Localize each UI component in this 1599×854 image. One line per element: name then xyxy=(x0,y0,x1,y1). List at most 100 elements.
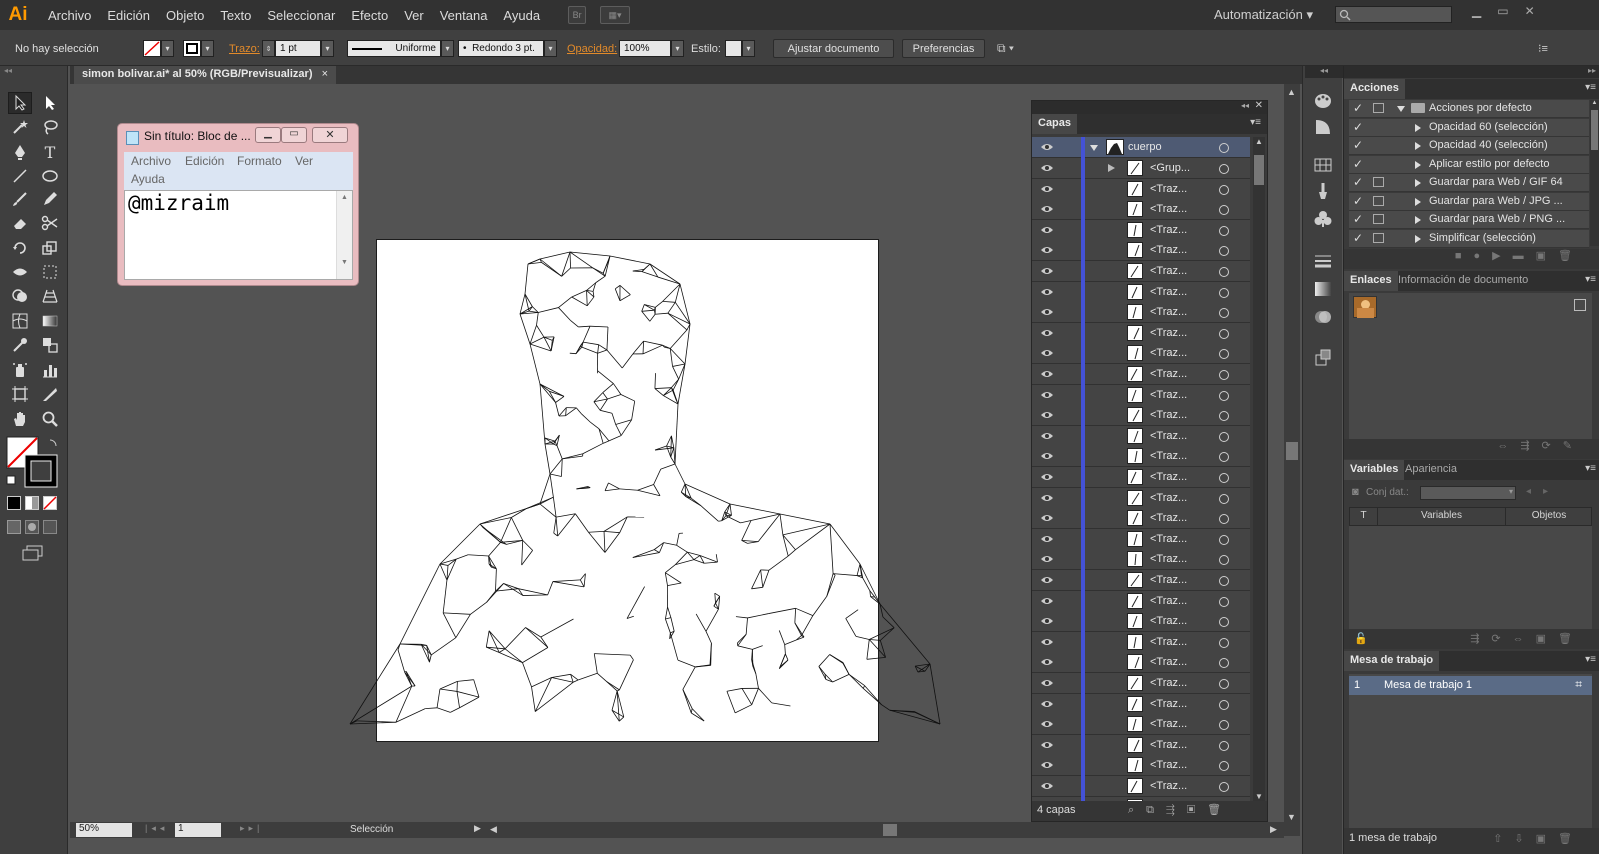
target-circle-icon[interactable] xyxy=(1219,390,1229,401)
menu-ayuda[interactable]: Ayuda xyxy=(495,8,548,23)
tab-mesa-de-trabajo[interactable]: Mesa de trabajo xyxy=(1344,651,1440,671)
menu-ventana[interactable]: Ventana xyxy=(432,8,496,23)
artboard-row[interactable]: 1 Mesa de trabajo 1 ⌗ xyxy=(1349,676,1592,695)
eyedropper-tool[interactable] xyxy=(8,334,32,356)
color-mode-buttons[interactable] xyxy=(7,496,57,510)
pencil-tool[interactable] xyxy=(38,188,62,210)
mesh-tool[interactable] xyxy=(8,310,32,332)
layer-sublayer-row[interactable]: <Traz... xyxy=(1032,487,1250,509)
actions-scrollbar[interactable]: ▲ xyxy=(1590,100,1599,246)
opacity-label[interactable]: Opacidad: xyxy=(567,39,617,58)
actions-scroll-up-icon[interactable]: ▲ xyxy=(1590,100,1599,106)
scroll-down-icon[interactable]: ▼ xyxy=(1287,812,1296,822)
brush-field[interactable]: • Redondo 3 pt. xyxy=(458,40,544,57)
tab-apariencia[interactable]: Apariencia xyxy=(1399,460,1463,480)
rotate-tool[interactable] xyxy=(8,237,32,259)
target-circle-icon[interactable] xyxy=(1219,267,1229,277)
action-row[interactable]: ✓ Opacidad 60 (selección) xyxy=(1349,118,1589,137)
stroke-dropdown[interactable]: ▾ xyxy=(201,40,214,57)
artboard-nav-next[interactable]: ▸▸| xyxy=(240,823,263,834)
dataset-nav[interactable]: ◂▸ xyxy=(1526,486,1560,497)
layer-sublayer-row[interactable]: <Traz... xyxy=(1032,776,1250,797)
layer-sublayer-row[interactable]: <Traz... xyxy=(1032,714,1250,736)
target-circle-icon[interactable] xyxy=(1219,493,1229,504)
expand-triangle-icon[interactable] xyxy=(1415,216,1421,224)
swatches-panel-icon[interactable] xyxy=(1312,154,1334,176)
target-circle-icon[interactable] xyxy=(1219,514,1229,525)
notepad-scrollbar[interactable]: ▲ ▼ xyxy=(336,191,352,279)
eraser-tool[interactable] xyxy=(8,212,32,234)
magic-wand-tool[interactable] xyxy=(8,116,32,138)
arrange-documents-button[interactable]: ▦▾ xyxy=(600,6,631,24)
expand-triangle-icon[interactable] xyxy=(1415,142,1421,150)
action-row[interactable]: ✓ Guardar para Web / PNG ... xyxy=(1349,211,1589,229)
target-circle-icon[interactable] xyxy=(1219,205,1229,216)
notepad-window[interactable]: Sin título: Bloc de ... ▁ ▭ ✕ Archivo Ed… xyxy=(117,123,359,286)
layer-sublayer-row[interactable]: <Traz... xyxy=(1032,219,1250,241)
variables-footer-buttons[interactable]: ⇶⟳⇔▣🗑 xyxy=(1470,632,1584,645)
linked-image-thumbnail[interactable] xyxy=(1353,296,1377,318)
action-enabled-check-icon[interactable]: ✓ xyxy=(1353,175,1363,189)
right-panels-collapse-icon[interactable]: ▸▸ xyxy=(1344,66,1599,78)
layer-sublayer-row[interactable]: <Traz... xyxy=(1032,611,1250,633)
notepad-menu-edicion[interactable]: Edición xyxy=(185,154,224,168)
visibility-eye-icon[interactable] xyxy=(1040,677,1054,689)
stroke-label[interactable]: Trazo: xyxy=(229,39,260,58)
target-circle-icon[interactable] xyxy=(1219,473,1229,483)
workspace-switcher[interactable]: Automatización ▾ xyxy=(1214,7,1313,23)
visibility-eye-icon[interactable] xyxy=(1040,183,1054,195)
visibility-eye-icon[interactable] xyxy=(1040,615,1054,627)
column-graph-tool[interactable] xyxy=(38,359,62,381)
variables-lock-icon[interactable]: 🔓 xyxy=(1354,632,1368,645)
bridge-button[interactable]: Br xyxy=(568,6,587,24)
selection-tool[interactable] xyxy=(8,92,32,114)
perspective-grid-tool[interactable] xyxy=(38,285,62,307)
menu-efecto[interactable]: Efecto xyxy=(343,8,396,23)
visibility-eye-icon[interactable] xyxy=(1040,430,1054,442)
expand-triangle-icon[interactable] xyxy=(1090,145,1098,151)
stroke-stepper[interactable]: ⇕ xyxy=(262,40,275,57)
layer-sublayer-row[interactable]: <Traz... xyxy=(1032,384,1250,406)
action-enabled-check-icon[interactable]: ✓ xyxy=(1353,101,1363,115)
layer-sublayer-row[interactable]: <Grup... xyxy=(1032,158,1250,179)
target-circle-icon[interactable] xyxy=(1219,287,1229,298)
target-circle-icon[interactable] xyxy=(1219,431,1229,442)
tab-enlaces[interactable]: Enlaces xyxy=(1344,271,1398,291)
action-set-row[interactable]: ✓ Acciones por defecto xyxy=(1349,100,1589,118)
target-circle-icon[interactable] xyxy=(1219,761,1229,772)
layers-scroll-up-icon[interactable]: ▲ xyxy=(1253,137,1265,146)
variables-menu-icon[interactable]: ▾≡ xyxy=(1585,463,1596,474)
menu-ver[interactable]: Ver xyxy=(396,8,432,23)
stroke-swatch[interactable]: ▾ xyxy=(183,39,214,58)
layers-panel-menu-icon[interactable]: ▾≡ xyxy=(1250,117,1261,128)
link-info-icon[interactable] xyxy=(1574,299,1586,311)
visibility-eye-icon[interactable] xyxy=(1040,265,1054,277)
tab-acciones[interactable]: Acciones xyxy=(1344,79,1405,99)
action-row[interactable]: ✓ Guardar para Web / JPG ... xyxy=(1349,192,1589,211)
layer-sublayer-row[interactable]: <Traz... xyxy=(1032,446,1250,468)
close-button[interactable]: ✕ xyxy=(312,127,348,143)
actions-menu-icon[interactable]: ▾≡ xyxy=(1585,82,1596,93)
target-circle-icon[interactable] xyxy=(1219,349,1229,360)
target-circle-icon[interactable] xyxy=(1219,679,1229,689)
brush-dropdown[interactable]: ▾ xyxy=(544,40,557,57)
menu-texto[interactable]: Texto xyxy=(212,8,259,23)
tab-informacion-documento[interactable]: Información de documento xyxy=(1392,271,1534,291)
target-circle-icon[interactable] xyxy=(1219,411,1229,422)
visibility-eye-icon[interactable] xyxy=(1040,450,1054,462)
gradient-tool[interactable] xyxy=(38,310,62,332)
dialog-toggle-icon[interactable] xyxy=(1373,232,1384,243)
dialog-toggle-icon[interactable] xyxy=(1373,103,1384,113)
target-circle-icon[interactable] xyxy=(1219,164,1229,174)
visibility-eye-icon[interactable] xyxy=(1040,244,1054,256)
action-enabled-check-icon[interactable]: ✓ xyxy=(1353,231,1363,245)
opacity-field[interactable]: 100% xyxy=(619,40,671,57)
target-circle-icon[interactable] xyxy=(1219,740,1229,751)
free-transform-tool[interactable] xyxy=(38,261,62,283)
menu-seleccionar[interactable]: Seleccionar xyxy=(259,8,343,23)
visibility-eye-icon[interactable] xyxy=(1040,595,1054,607)
menu-edicion[interactable]: Edición xyxy=(99,8,158,23)
layer-sublayer-row[interactable]: <Traz... xyxy=(1032,261,1250,282)
stroke-weight-field[interactable]: 1 pt xyxy=(275,40,321,57)
type-tool[interactable]: T xyxy=(38,141,62,163)
